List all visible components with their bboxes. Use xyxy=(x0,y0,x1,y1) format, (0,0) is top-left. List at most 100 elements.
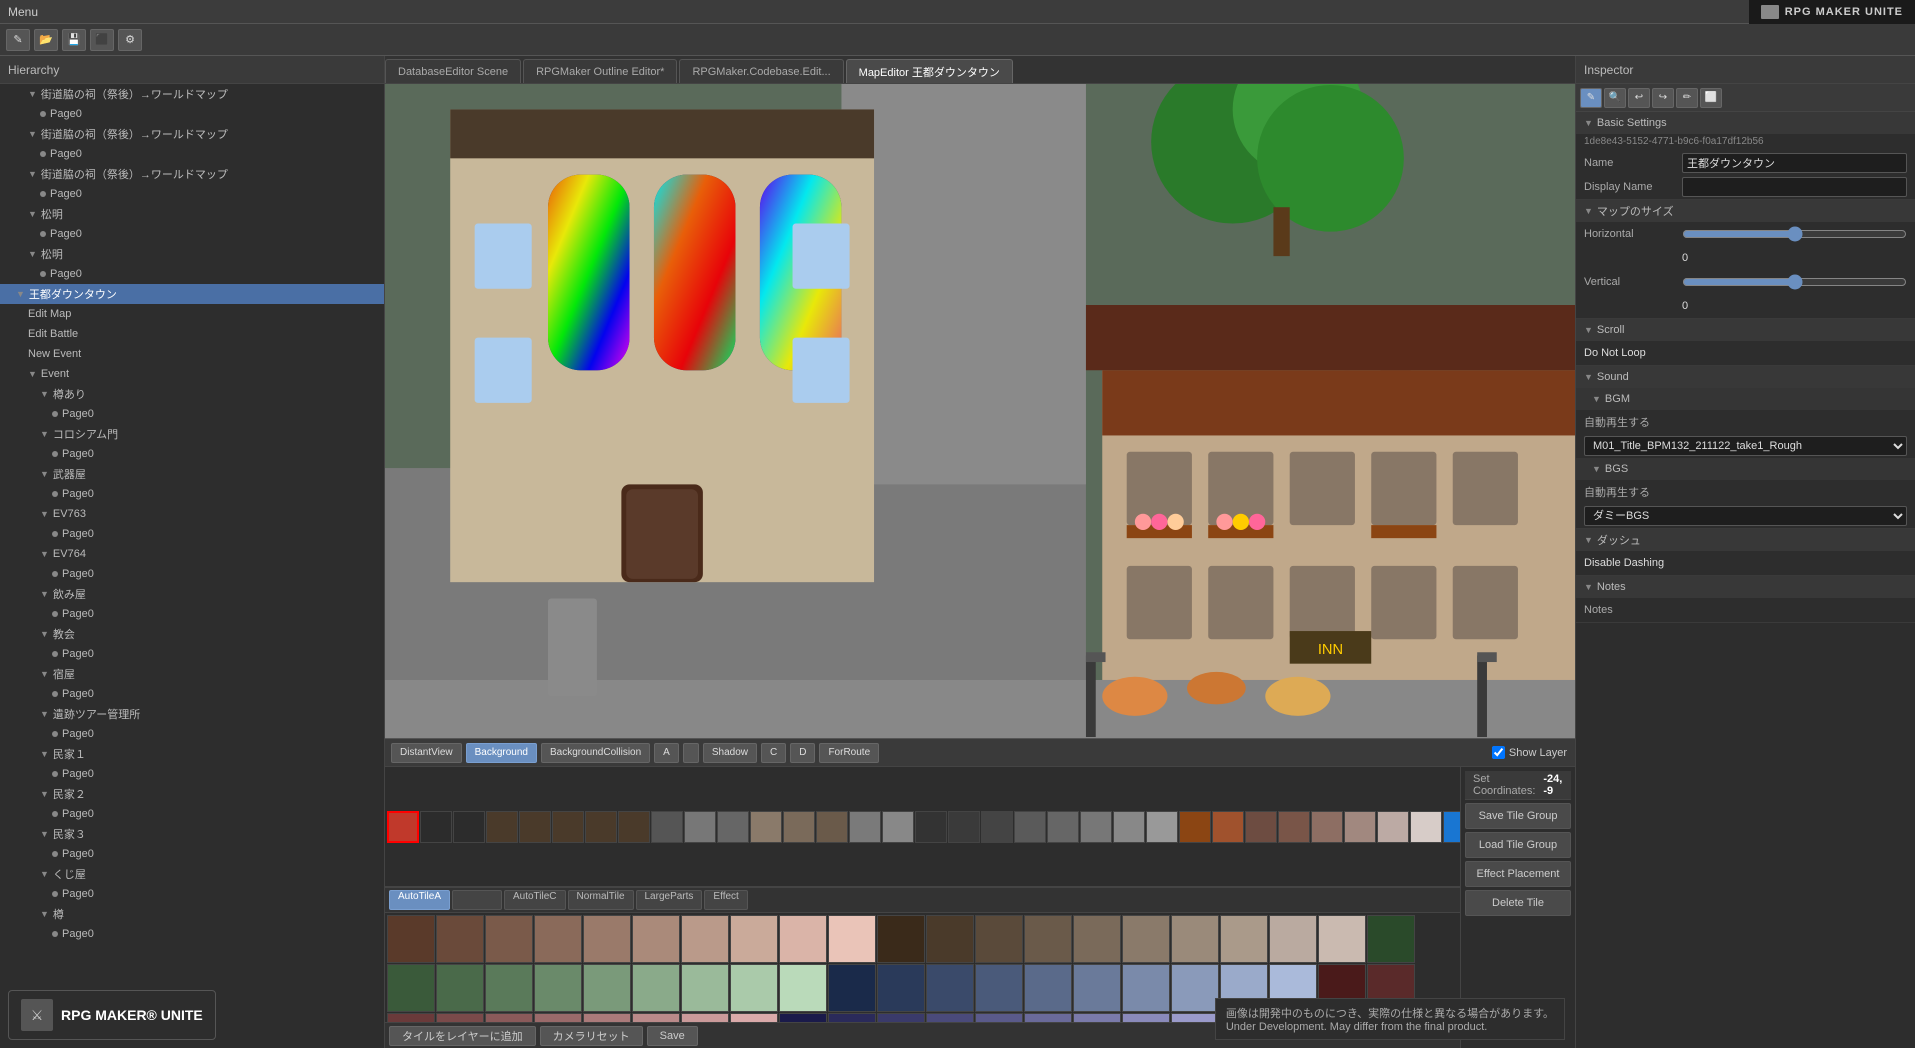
tile-cell[interactable] xyxy=(1245,811,1277,843)
tree-item[interactable]: Page0 xyxy=(0,184,384,204)
large-tile-cell[interactable] xyxy=(1269,915,1317,963)
tree-item[interactable]: ▼遺跡ツアー管理所 xyxy=(0,704,384,724)
large-tile-cell[interactable] xyxy=(828,1013,876,1022)
large-tile-cell[interactable] xyxy=(387,915,435,963)
large-tile-cell[interactable] xyxy=(1122,915,1170,963)
large-tile-cell[interactable] xyxy=(1171,964,1219,1012)
tile-cell[interactable] xyxy=(387,811,419,843)
large-tile-cell[interactable] xyxy=(975,915,1023,963)
tree-item[interactable]: ▼Event xyxy=(0,364,384,384)
for-route-btn[interactable]: ForRoute xyxy=(819,743,879,763)
tree-item[interactable]: ▼松明 xyxy=(0,244,384,264)
dash-header[interactable]: ▼ ダッシュ xyxy=(1576,529,1915,551)
notes-header[interactable]: ▼ Notes xyxy=(1576,576,1915,598)
large-tile-cell[interactable] xyxy=(1171,1013,1219,1022)
bgs-select[interactable]: ダミーBGS xyxy=(1584,506,1907,526)
tile-cell[interactable] xyxy=(684,811,716,843)
large-tile-cell[interactable] xyxy=(779,964,827,1012)
large-tile-cell[interactable] xyxy=(877,1013,925,1022)
tile-cell[interactable] xyxy=(981,811,1013,843)
large-tile-cell[interactable] xyxy=(828,964,876,1012)
tile-cell[interactable] xyxy=(1113,811,1145,843)
large-tile-cell[interactable] xyxy=(681,1013,729,1022)
tree-item[interactable]: ▼松明 xyxy=(0,204,384,224)
tree-item[interactable]: ▼街道脇の祠（祭後）→ワールドマップ xyxy=(0,124,384,144)
tile-type-normal[interactable]: NormalTile xyxy=(568,890,634,910)
tile-cell[interactable] xyxy=(750,811,782,843)
large-tile-cell[interactable] xyxy=(828,915,876,963)
tile-cell[interactable] xyxy=(816,811,848,843)
layer-empty-btn[interactable] xyxy=(683,743,699,763)
tab-database-editor[interactable]: DatabaseEditor Scene xyxy=(385,59,521,83)
toolbar-save-btn[interactable]: 💾 xyxy=(62,29,86,51)
large-tile-cell[interactable] xyxy=(583,1013,631,1022)
inspector-undo-btn[interactable]: ↩ xyxy=(1628,88,1650,108)
tile-cell[interactable] xyxy=(519,811,551,843)
tree-item[interactable]: ▼民家３ xyxy=(0,824,384,844)
tree-item[interactable]: ▼飲み屋 xyxy=(0,584,384,604)
tree-item[interactable]: ▼樽 xyxy=(0,904,384,924)
tree-item[interactable]: Page0 xyxy=(0,884,384,904)
tree-item[interactable]: New Event xyxy=(0,344,384,364)
basic-settings-header[interactable]: ▼ Basic Settings xyxy=(1576,112,1915,134)
tree-item[interactable]: ▼EV763 xyxy=(0,504,384,524)
tree-item[interactable]: ▼教会 xyxy=(0,624,384,644)
tree-item[interactable]: Page0 xyxy=(0,844,384,864)
inspector-redo-btn[interactable]: ↪ xyxy=(1652,88,1674,108)
large-tile-cell[interactable] xyxy=(436,964,484,1012)
large-tile-cell[interactable] xyxy=(1073,915,1121,963)
large-tile-cell[interactable] xyxy=(1122,1013,1170,1022)
large-tile-cell[interactable] xyxy=(877,915,925,963)
tile-type-auto-c[interactable]: AutoTileC xyxy=(504,890,566,910)
tile-cell[interactable] xyxy=(585,811,617,843)
tree-item[interactable]: ▼くじ屋 xyxy=(0,864,384,884)
large-tile-cell[interactable] xyxy=(387,964,435,1012)
tree-item[interactable]: ▼EV764 xyxy=(0,544,384,564)
tree-item[interactable]: ▼民家１ xyxy=(0,744,384,764)
tile-cell[interactable] xyxy=(717,811,749,843)
tile-cell[interactable] xyxy=(915,811,947,843)
large-tile-cell[interactable] xyxy=(534,964,582,1012)
tree-item[interactable]: Page0 xyxy=(0,444,384,464)
tile-cell[interactable] xyxy=(783,811,815,843)
large-tile-cell[interactable] xyxy=(632,964,680,1012)
tree-item[interactable]: Page0 xyxy=(0,684,384,704)
large-tile-cell[interactable] xyxy=(1122,964,1170,1012)
large-tile-cell[interactable] xyxy=(779,1013,827,1022)
tile-cell[interactable] xyxy=(1311,811,1343,843)
large-tile-cell[interactable] xyxy=(1073,964,1121,1012)
large-tile-cell[interactable] xyxy=(583,915,631,963)
tree-item[interactable]: Page0 xyxy=(0,404,384,424)
large-tile-cell[interactable] xyxy=(926,964,974,1012)
camera-reset-btn[interactable]: カメラリセット xyxy=(540,1026,643,1046)
inspector-box-btn[interactable]: ⬜ xyxy=(1700,88,1722,108)
tree-item[interactable]: ▼街道脇の祠（祭後）→ワールドマップ xyxy=(0,84,384,104)
large-tile-cell[interactable] xyxy=(485,964,533,1012)
tree-item[interactable]: Page0 xyxy=(0,644,384,664)
large-tile-cell[interactable] xyxy=(926,1013,974,1022)
tree-item[interactable]: Page0 xyxy=(0,484,384,504)
tile-cell[interactable] xyxy=(948,811,980,843)
toolbar-tool-btn[interactable]: ⬛ xyxy=(90,29,114,51)
large-tile-cell[interactable] xyxy=(583,964,631,1012)
inspector-pencil-btn[interactable]: ✏ xyxy=(1676,88,1698,108)
large-tile-cell[interactable] xyxy=(877,964,925,1012)
shadow-btn[interactable]: Shadow xyxy=(703,743,757,763)
tree-item[interactable]: Page0 xyxy=(0,724,384,744)
layer-c-btn[interactable]: C xyxy=(761,743,786,763)
large-tile-cell[interactable] xyxy=(1367,915,1415,963)
large-tile-cell[interactable] xyxy=(485,915,533,963)
large-tile-cell[interactable] xyxy=(730,964,778,1012)
name-input[interactable] xyxy=(1682,153,1907,173)
tile-scroll-area[interactable] xyxy=(385,809,1460,845)
large-tile-cell[interactable] xyxy=(534,1013,582,1022)
large-tile-cell[interactable] xyxy=(1220,915,1268,963)
inspector-search-btn[interactable]: 🔍 xyxy=(1604,88,1626,108)
large-tile-cell[interactable] xyxy=(632,915,680,963)
delete-tile-btn[interactable]: Delete Tile xyxy=(1465,890,1571,916)
tile-type-effect[interactable]: Effect xyxy=(704,890,747,910)
large-tile-cell[interactable] xyxy=(1024,964,1072,1012)
tree-item[interactable]: Page0 xyxy=(0,224,384,244)
horizontal-slider[interactable] xyxy=(1682,226,1907,242)
tree-item[interactable]: Page0 xyxy=(0,764,384,784)
